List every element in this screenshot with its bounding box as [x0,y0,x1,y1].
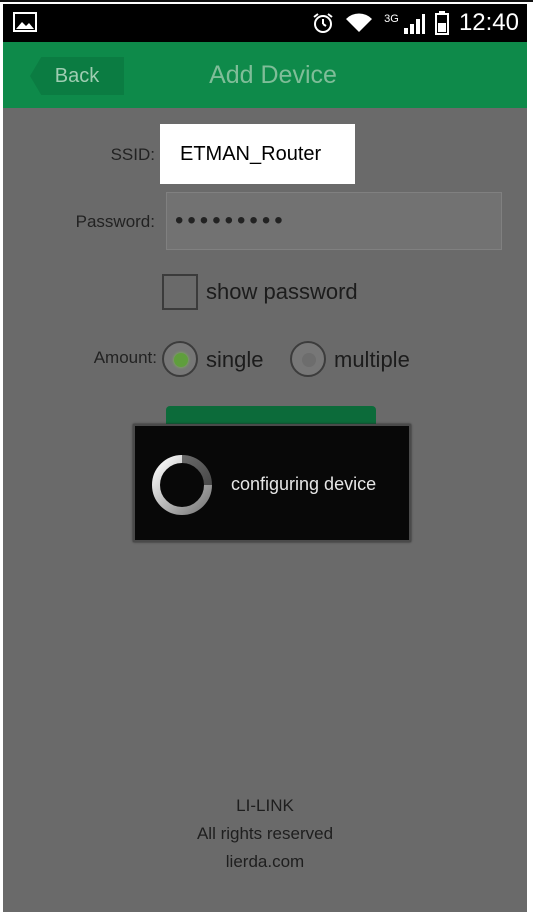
footer-rights: All rights reserved [196,824,334,843]
image-notification-icon [13,12,37,32]
radio-selected-dot [174,353,188,367]
status-icons: 3G 12:40 [312,9,519,36]
wifi-icon [346,13,373,32]
form-area: SSID: ETMAN_Router Password: ••••••••• s… [3,108,527,912]
password-field[interactable]: ••••••••• [166,192,502,250]
page-title: Add Device [209,61,337,89]
footer-brand: LI-LINK [236,796,294,815]
password-label: Password: [75,212,155,231]
alarm-icon [313,13,333,33]
ssid-field[interactable]: ETMAN_Router [160,124,355,184]
radio-multiple-label: multiple [334,347,410,372]
top-border-line [0,0,533,2]
radio-single[interactable] [162,341,198,377]
status-time: 12:40 [458,9,519,36]
radio-unselected-dot [302,353,316,367]
radio-multiple[interactable] [290,341,326,377]
status-bar: 3G 12:40 [3,4,527,42]
show-password-label: show password [206,279,358,304]
nav-bar: Back Add Device [3,42,527,108]
network-type-indicator: 3G [384,10,425,36]
show-password-checkbox[interactable] [162,274,198,310]
phone-screen: 3G 12:40 Back Add Device SSID: ETMAN_Rou… [3,4,527,912]
battery-icon [434,11,449,35]
progress-dialog: configuring device [133,424,411,542]
signal-icon [403,14,425,35]
radio-single-label: single [206,347,264,372]
dialog-message: configuring device [231,474,377,494]
footer-website: lierda.com [225,852,305,871]
amount-label: Amount: [93,348,157,367]
loading-spinner-icon [152,454,213,515]
ssid-label: SSID: [110,145,155,164]
